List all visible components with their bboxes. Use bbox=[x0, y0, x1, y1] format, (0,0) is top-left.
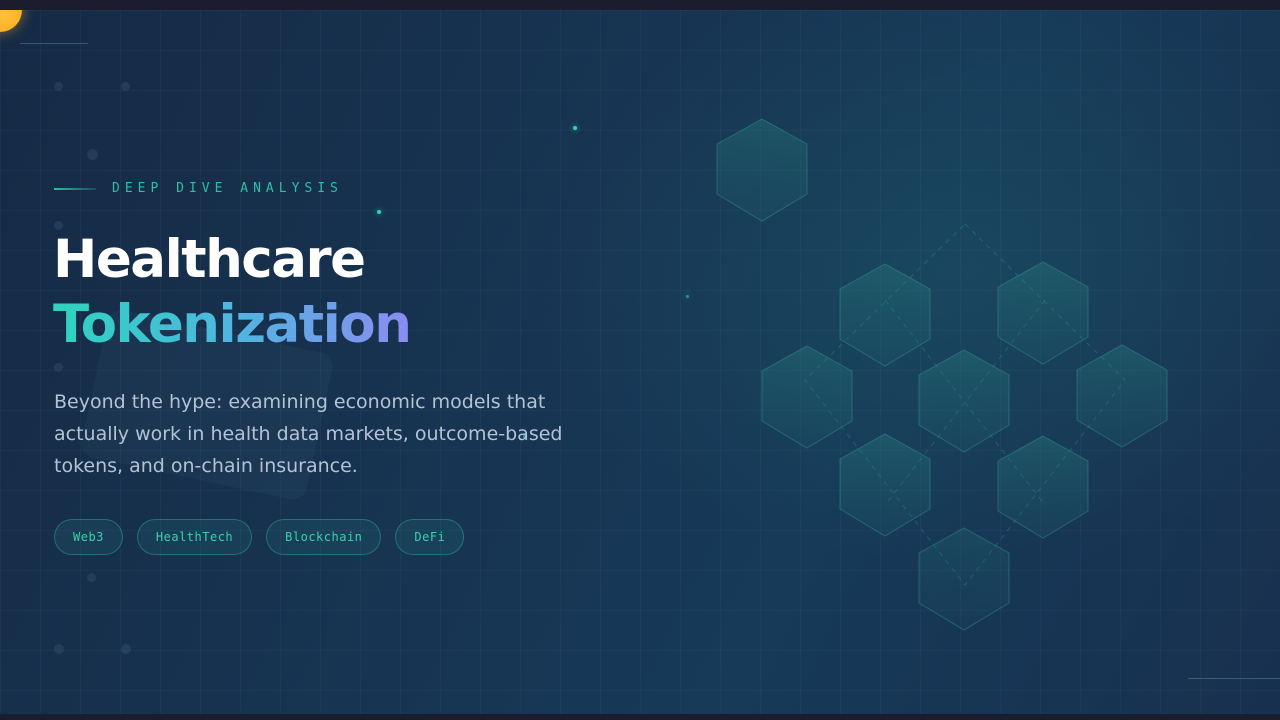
background-dot bbox=[121, 82, 130, 91]
glow-spark bbox=[686, 295, 689, 298]
tag-web3[interactable]: Web3 bbox=[54, 519, 123, 555]
background-dot bbox=[87, 149, 98, 160]
tag-blockchain[interactable]: Blockchain bbox=[266, 519, 382, 555]
glow-spark bbox=[377, 210, 381, 214]
eyebrow-text: DEEP DIVE ANALYSIS bbox=[112, 181, 343, 196]
background-dot bbox=[54, 82, 63, 91]
tag-healthtech[interactable]: HealthTech bbox=[136, 519, 253, 555]
bottom-letterbox-bar bbox=[0, 714, 1280, 720]
tag-defi[interactable]: DeFi bbox=[395, 519, 465, 555]
page-title-line1: Healthcare bbox=[53, 229, 366, 290]
eyebrow-label: DEEP DIVE ANALYSIS bbox=[54, 181, 343, 196]
background-dot bbox=[54, 644, 64, 654]
corner-accent-line-top bbox=[20, 43, 88, 44]
glow-spark bbox=[573, 126, 577, 130]
background-dot bbox=[54, 363, 63, 372]
top-letterbox-bar bbox=[0, 0, 1280, 10]
subtitle: Beyond the hype: examining economic mode… bbox=[54, 391, 563, 477]
page-title-line2: Tokenization bbox=[53, 294, 412, 355]
corner-accent-line-bottom bbox=[1188, 678, 1280, 679]
hexagon-network-icon bbox=[716, 118, 1168, 631]
tag-list: Web3 HealthTech Blockchain DeFi bbox=[54, 519, 478, 555]
hero-slide: DEEP DIVE ANALYSIS Healthcare Tokenizati… bbox=[0, 10, 1280, 714]
background-dot bbox=[121, 644, 131, 654]
eyebrow-accent-line bbox=[54, 187, 96, 190]
background-dot bbox=[87, 573, 96, 582]
